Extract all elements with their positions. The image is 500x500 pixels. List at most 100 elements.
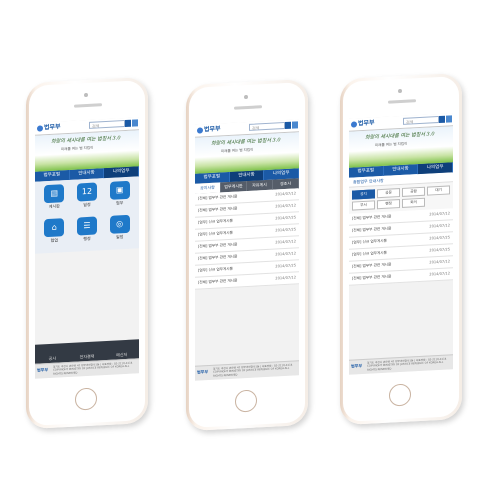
menu-icon[interactable] [292,121,298,129]
search-icon[interactable] [285,121,291,130]
tile-label: 일정 [115,234,124,240]
category-button[interactable]: 공람 [402,186,425,197]
monitor-icon: ▣ [109,180,130,200]
tile-collab[interactable]: ⌂ 협업 [40,218,69,250]
app-footer: 법무부 경기도 과천시 관문로 47 정부과천청사1동 | 대표전화 : 02-… [349,354,453,375]
tab-my-work[interactable]: 나의업무 [104,166,139,179]
post-date: 2014/07/25 [275,227,296,233]
tile-admin[interactable]: ☰ 행정 [73,216,102,248]
home-button[interactable] [235,389,257,413]
search-icon[interactable] [439,115,445,124]
home-button[interactable] [389,383,411,407]
tab-notice[interactable]: 안내사항 [69,168,105,180]
logo-text: 법무부 [204,125,221,134]
footer-copyright: 경기도 과천시 관문로 47 정부과천청사1동 | 대표전화 : 02-2110… [53,361,133,376]
post-date: 2014/07/12 [429,223,450,229]
post-title: [전체] 법무부 관련 게시물 [198,278,238,285]
category-button[interactable]: 대기 [427,185,450,196]
post-date: 2014/07/12 [275,275,296,281]
post-title: [업무] 신규 업무게시물 [352,250,387,257]
post-date: 2014/07/12 [275,251,296,257]
camera-dot [244,94,248,100]
menu-icon[interactable] [446,115,452,123]
category-button[interactable]: 부서 [352,200,375,211]
logo[interactable]: 법무부 [351,118,375,129]
banner: 희망의 새시대를 여는 법질서 3.0 미래를 여는 법 지킴이 [349,126,453,168]
post-title: [전체] 법무부 관련 게시물 [198,194,238,201]
search-input[interactable]: 검색 [403,116,439,125]
post-title: [전체] 법무부 관련 게시물 [352,274,392,281]
tile-schedule-2[interactable]: ◎ 일정 [105,214,134,247]
disc-icon: ◎ [109,214,130,234]
tile-label: 업무 [115,200,124,206]
footer-copyright: 경기도 과천시 관문로 47 정부과천청사1동 | 대표전화 : 02-2110… [213,363,293,378]
mockup-stage: 법무부 검색 희망의 새시대를 여는 법질서 3.0 미래를 여는 법 지킴이 … [0,0,500,500]
logo-text: 법무부 [358,119,375,128]
category-button[interactable]: 공문 [377,188,400,199]
post-date: 2014/07/12 [429,271,450,277]
logo-icon [37,124,43,132]
banner-subtitle: 미래를 여는 법 지킴이 [61,145,94,152]
banner-subtitle: 미래를 여는 법 지킴이 [221,147,254,154]
board-icon: ▤ [44,184,65,204]
banner-slogan: 희망의 새시대를 여는 법질서 3.0 [51,135,121,145]
category-button[interactable]: 공지 [352,189,375,200]
footer-logo: 법무부 [351,363,363,369]
tab-notice[interactable]: 안내사항 [383,164,419,176]
tile-grid: ▤ 게시판 12 일정 ▣ 업무 ⌂ 협업 ☰ 행정 ◎ 일정 [35,176,139,254]
post-title: [전체] 법무부 관련 게시물 [352,214,392,221]
footer-copyright: 경기도 과천시 관문로 47 정부과천청사1동 | 대표전화 : 02-2110… [367,357,447,372]
logo[interactable]: 법무부 [37,122,61,133]
post-title: [전체] 법무부 관련 게시물 [198,242,238,249]
speaker-grille [234,105,262,110]
post-date: 2014/07/12 [275,239,296,245]
post-date: 2014/07/12 [275,203,296,209]
tile-label: 행정 [83,235,91,242]
banner-slogan: 희망의 새시대를 여는 법질서 3.0 [211,137,281,147]
document-icon: ☰ [76,216,97,236]
post-title: [업무] 신규 업무게시물 [352,238,387,245]
home-button[interactable] [75,387,97,411]
phone-screen-2: 법무부 검색 희망의 새시대를 여는 법질서 3.0 미래를 여는 법 지킴이 … [195,119,299,381]
post-title: [업무] 신규 업무게시물 [198,230,233,237]
phone-frame-1: 법무부 검색 희망의 새시대를 여는 법질서 3.0 미래를 여는 법 지킴이 … [26,76,148,430]
camera-dot [398,88,402,94]
banner-slogan: 희망의 새시대를 여는 법질서 3.0 [365,131,435,141]
people-icon: ⌂ [44,218,65,238]
phone-frame-2: 법무부 검색 희망의 새시대를 여는 법질서 3.0 미래를 여는 법 지킴이 … [186,78,308,432]
tile-label: 일정 [83,201,91,208]
post-date: 2014/07/25 [429,235,450,241]
post-title: [전체] 법무부 관련 게시물 [198,206,238,213]
speaker-grille [388,99,416,104]
search-input[interactable]: 검색 [89,120,125,129]
banner: 희망의 새시대를 여는 법질서 3.0 미래를 여는 법 지킴이 [195,132,299,174]
calendar-icon: 12 [76,182,97,202]
tab-my-work[interactable]: 나의업무 [418,162,453,175]
post-date: 2014/07/12 [429,259,450,265]
phone-screen-1: 법무부 검색 희망의 새시대를 여는 법질서 3.0 미래를 여는 법 지킴이 … [35,117,139,379]
tile-board[interactable]: ▤ 게시판 [40,184,69,216]
category-button[interactable]: 회의 [402,197,425,208]
footer-logo: 법무부 [37,367,49,373]
post-list: [전체] 법무부 관련 게시물 2014/07/12 [전체] 법무부 관련 게시… [195,188,299,290]
tile-label: 협업 [50,237,59,243]
tile-schedule[interactable]: 12 일정 [73,182,102,214]
post-date: 2014/07/12 [429,211,450,217]
subtab-free-board[interactable]: 자유게시 [247,179,273,191]
search-input[interactable]: 검색 [249,122,285,131]
post-date: 2014/07/25 [275,263,296,269]
footer-logo: 법무부 [197,369,209,375]
speaker-grille [74,103,102,108]
banner-subtitle: 미래를 여는 법 지킴이 [375,141,408,148]
phone-frame-3: 법무부 검색 희망의 새시대를 여는 법질서 3.0 미래를 여는 법 지킴이 … [340,72,462,426]
logo-icon [351,120,357,128]
tile-work[interactable]: ▣ 업무 [105,180,134,213]
menu-icon[interactable] [132,119,138,127]
logo[interactable]: 법무부 [197,124,221,135]
app-footer: 법무부 경기도 과천시 관문로 47 정부과천청사1동 | 대표전화 : 02-… [195,360,299,381]
search-icon[interactable] [125,119,131,128]
category-button[interactable]: 행정 [377,199,400,210]
tab-portal[interactable]: 법무포털 [35,169,70,182]
logo-icon [197,126,203,134]
post-title: [업무] 신규 업무게시물 [198,218,233,225]
